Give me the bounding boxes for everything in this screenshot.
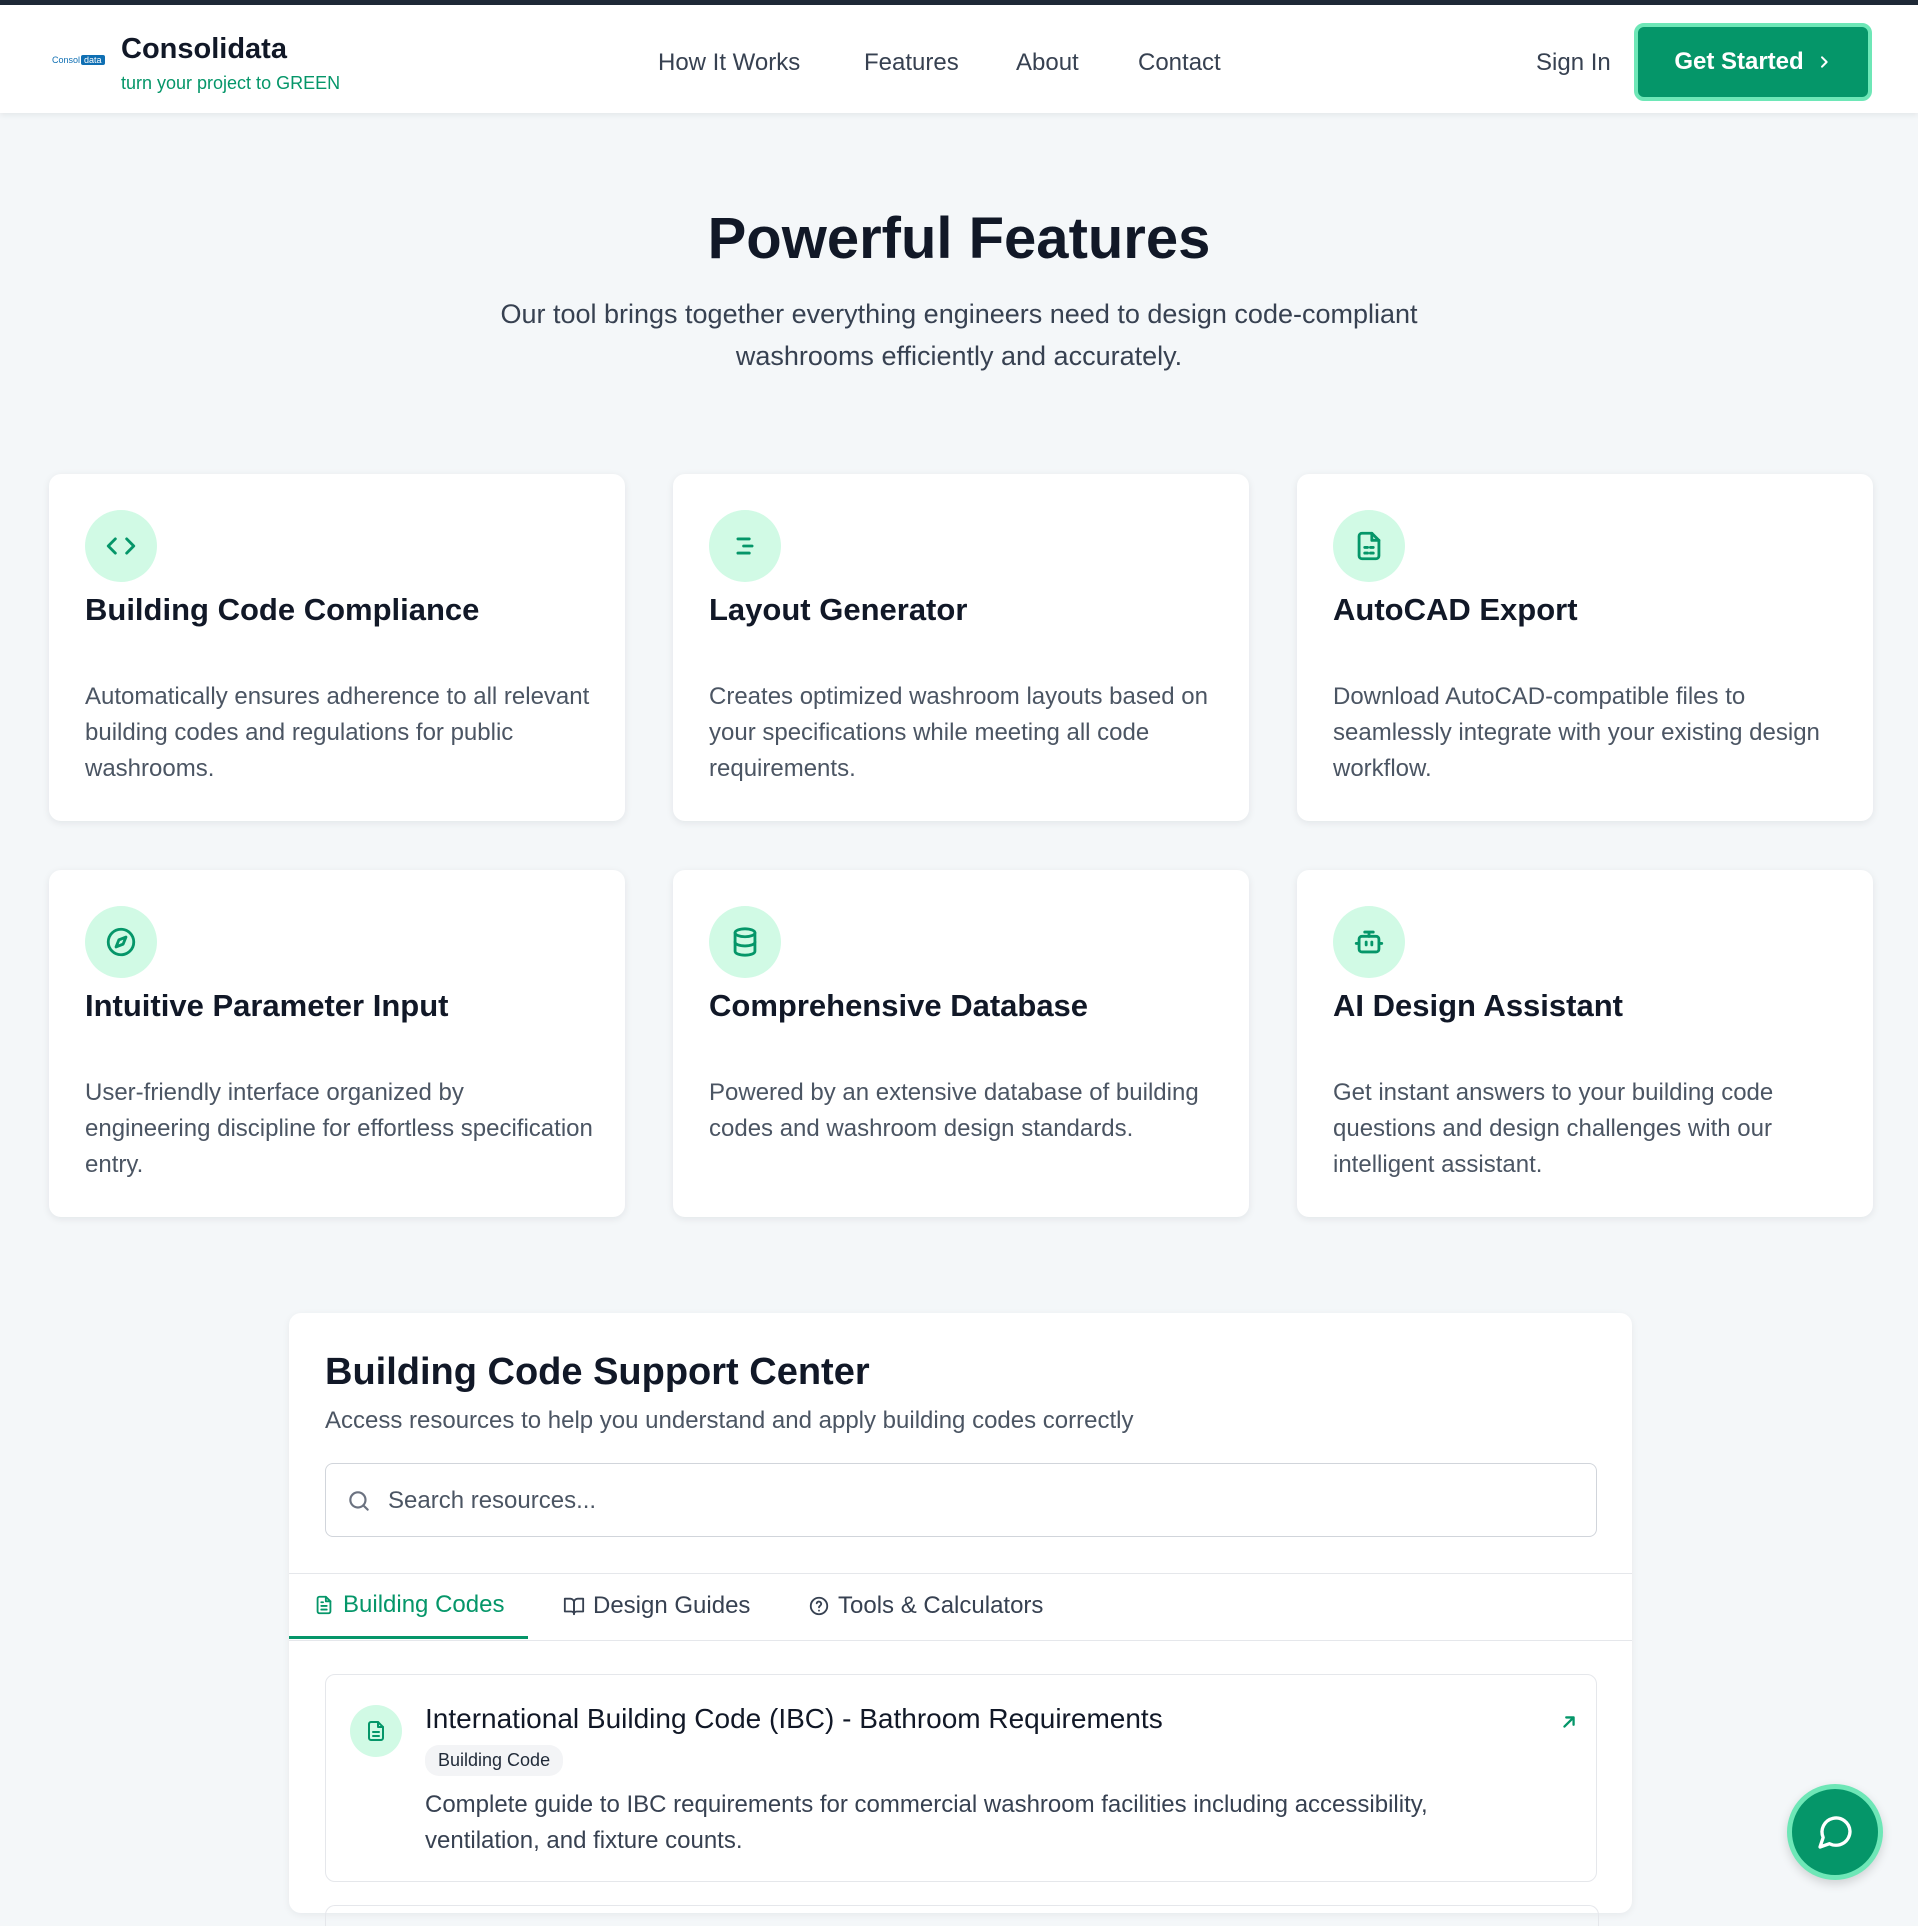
nav-about[interactable]: About — [1016, 49, 1079, 77]
tab-label: Design Guides — [593, 1592, 751, 1619]
resource-title[interactable]: International Building Code (IBC) - Bath… — [425, 1703, 1163, 1735]
feature-card-intuitive-parameter-input: Intuitive Parameter Input User-friendly … — [49, 870, 625, 1217]
tab-label: Building Codes — [343, 1591, 505, 1618]
features-subtitle: Our tool brings together everything engi… — [500, 299, 1418, 371]
feature-card-ai-design-assistant: AI Design Assistant Get instant answers … — [1297, 870, 1873, 1217]
tab-design-guides[interactable]: Design Guides — [563, 1574, 750, 1638]
logo-highlight: data — [81, 55, 105, 65]
compass-icon — [85, 906, 157, 978]
feature-text: Download AutoCAD-compatible files to sea… — [1333, 683, 1820, 782]
file-spreadsheet-icon — [1333, 510, 1405, 582]
feature-card-layout-generator: Layout Generator Creates optimized washr… — [673, 474, 1249, 821]
feature-card-building-code-compliance: Building Code Compliance Automatically e… — [49, 474, 625, 821]
support-title: Building Code Support Center — [325, 1351, 870, 1393]
file-text-icon — [316, 1595, 332, 1615]
bot-icon — [1333, 906, 1405, 978]
chevron-right-icon — [1820, 56, 1828, 68]
file-text-icon — [350, 1705, 402, 1757]
feature-card-autocad-export: AutoCAD Export Download AutoCAD-compatib… — [1297, 474, 1873, 821]
database-icon — [709, 906, 781, 978]
align-icon — [709, 510, 781, 582]
nav-contact[interactable]: Contact — [1138, 49, 1221, 77]
feature-text: Get instant answers to your building cod… — [1333, 1079, 1774, 1178]
feature-text: User-friendly interface organized by eng… — [85, 1079, 593, 1178]
support-subtitle: Access resources to help you understand … — [325, 1407, 1134, 1434]
logo[interactable]: Consol data — [52, 53, 105, 67]
logo-text: Consol — [52, 55, 81, 65]
resource-card-next[interactable] — [325, 1905, 1599, 1926]
search-box — [325, 1463, 1597, 1537]
chat-button[interactable] — [1787, 1784, 1883, 1880]
tab-label: Tools & Calculators — [838, 1592, 1044, 1619]
resource-card[interactable]: International Building Code (IBC) - Bath… — [325, 1674, 1597, 1882]
nav-how-it-works[interactable]: How It Works — [658, 49, 800, 77]
external-link-icon[interactable] — [1558, 1711, 1580, 1733]
resource-badge: Building Code — [425, 1745, 564, 1776]
sign-in-link[interactable]: Sign In — [1536, 49, 1611, 77]
feature-text: Powered by an extensive database of buil… — [709, 1079, 1199, 1142]
search-input[interactable] — [386, 1476, 1570, 1526]
feature-title: Intuitive Parameter Input — [85, 988, 449, 1023]
site-header: Consol data Consolidata turn your project… — [0, 5, 1918, 113]
nav-features[interactable]: Features — [864, 49, 959, 77]
get-started-label: Get Started — [1674, 48, 1804, 75]
feature-title: Building Code Compliance — [85, 592, 480, 627]
feature-card-comprehensive-database: Comprehensive Database Powered by an ext… — [673, 870, 1249, 1217]
brand-tagline: turn your project to GREEN — [121, 73, 341, 93]
resource-description: Complete guide to IBC requirements for c… — [425, 1791, 1428, 1854]
feature-title: Layout Generator — [709, 592, 968, 627]
help-circle-icon — [809, 1596, 829, 1616]
message-circle-icon — [1818, 1816, 1852, 1849]
feature-title: AI Design Assistant — [1333, 988, 1623, 1023]
resource-tabs: Building Codes Design Guides Tools & Cal… — [289, 1573, 1632, 1641]
tab-building-codes[interactable]: Building Codes — [289, 1574, 529, 1639]
search-icon — [349, 1491, 369, 1511]
feature-title: AutoCAD Export — [1333, 592, 1578, 627]
code-icon — [85, 510, 157, 582]
brand-name[interactable]: Consolidata — [121, 33, 287, 66]
feature-title: Comprehensive Database — [709, 988, 1089, 1023]
feature-text: Automatically ensures adherence to all r… — [85, 683, 590, 782]
features-title: Powerful Features — [707, 206, 1211, 271]
support-center: Building Code Support Center Access reso… — [289, 1313, 1632, 1926]
book-open-icon — [563, 1597, 585, 1616]
feature-text: Creates optimized washroom layouts based… — [709, 683, 1208, 782]
get-started-button[interactable]: Get Started — [1634, 23, 1872, 101]
tab-tools-calculators[interactable]: Tools & Calculators — [808, 1574, 1043, 1638]
